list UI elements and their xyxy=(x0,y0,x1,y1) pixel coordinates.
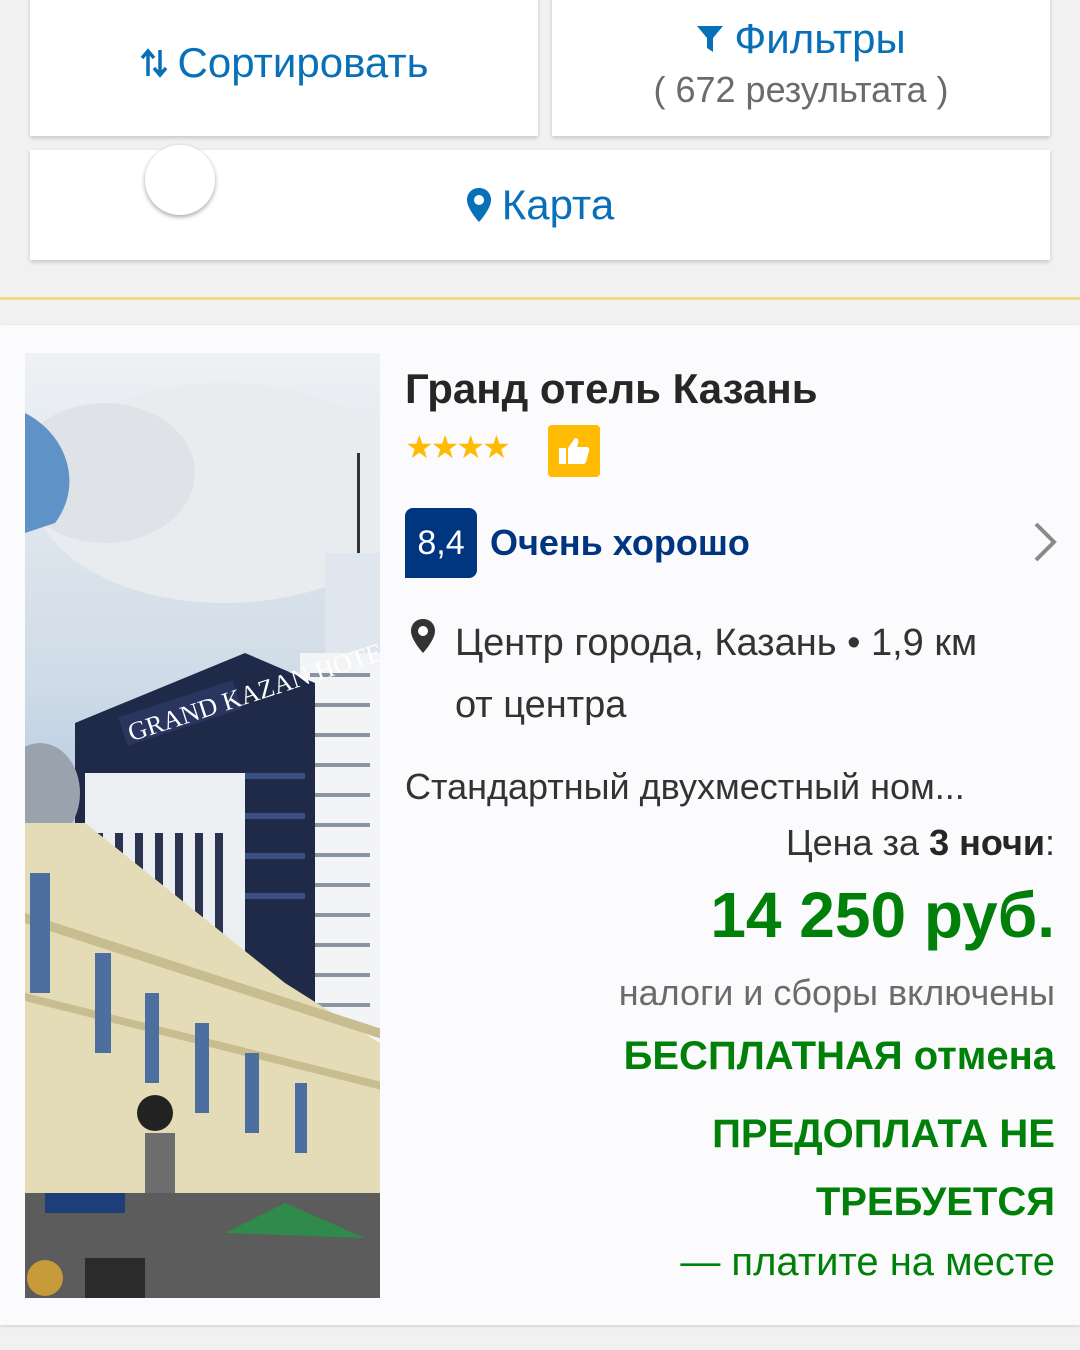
map-pin-icon xyxy=(466,188,491,222)
thumbs-up-icon xyxy=(559,438,590,464)
price-nights: Цена за 3 ночи: xyxy=(786,822,1055,864)
filter-label: Фильтры xyxy=(734,15,906,62)
review-score-text: Очень хорошо xyxy=(490,522,750,563)
filter-button[interactable]: Фильтры ( 672 результата ) xyxy=(552,0,1050,136)
sort-arrows-icon xyxy=(140,48,167,78)
divider xyxy=(0,297,1080,300)
chevron-right-icon[interactable] xyxy=(1028,520,1062,564)
hotel-location: Центр города, Казань • 1,9 км от центра xyxy=(455,622,978,726)
taxes-note: налоги и сборы включены xyxy=(618,972,1055,1013)
price-suffix: : xyxy=(1044,822,1055,863)
room-type: Стандартный двухместный ном... xyxy=(405,766,965,807)
no-prepayment: ПРЕДОПЛАТА НЕ ТРЕБУЕТСЯ xyxy=(712,1112,1055,1224)
hotel-photo[interactable]: GRAND KAZAN HOTEL xyxy=(25,353,380,1298)
results-count: ( 672 результата ) xyxy=(653,69,949,110)
map-label: Карта xyxy=(501,181,615,228)
sort-button[interactable]: Сортировать xyxy=(30,0,538,136)
star-rating: ★★★★ xyxy=(405,429,511,465)
hotel-name[interactable]: Гранд отель Казань xyxy=(405,365,818,413)
review-score: 8,4 xyxy=(405,508,477,578)
preferred-badge xyxy=(548,425,600,477)
nights-count: 3 ночи xyxy=(929,822,1045,863)
pay-onsite: — платите на месте xyxy=(680,1240,1055,1284)
price: 14 250 руб. xyxy=(710,879,1055,951)
sort-label: Сортировать xyxy=(177,39,429,86)
toggle-knob[interactable] xyxy=(145,145,215,215)
filter-funnel-icon xyxy=(697,26,724,52)
location-pin-icon xyxy=(411,619,435,653)
free-cancellation: БЕСПЛАТНАЯ отмена xyxy=(623,1034,1055,1078)
price-prefix: Цена за xyxy=(785,822,930,863)
